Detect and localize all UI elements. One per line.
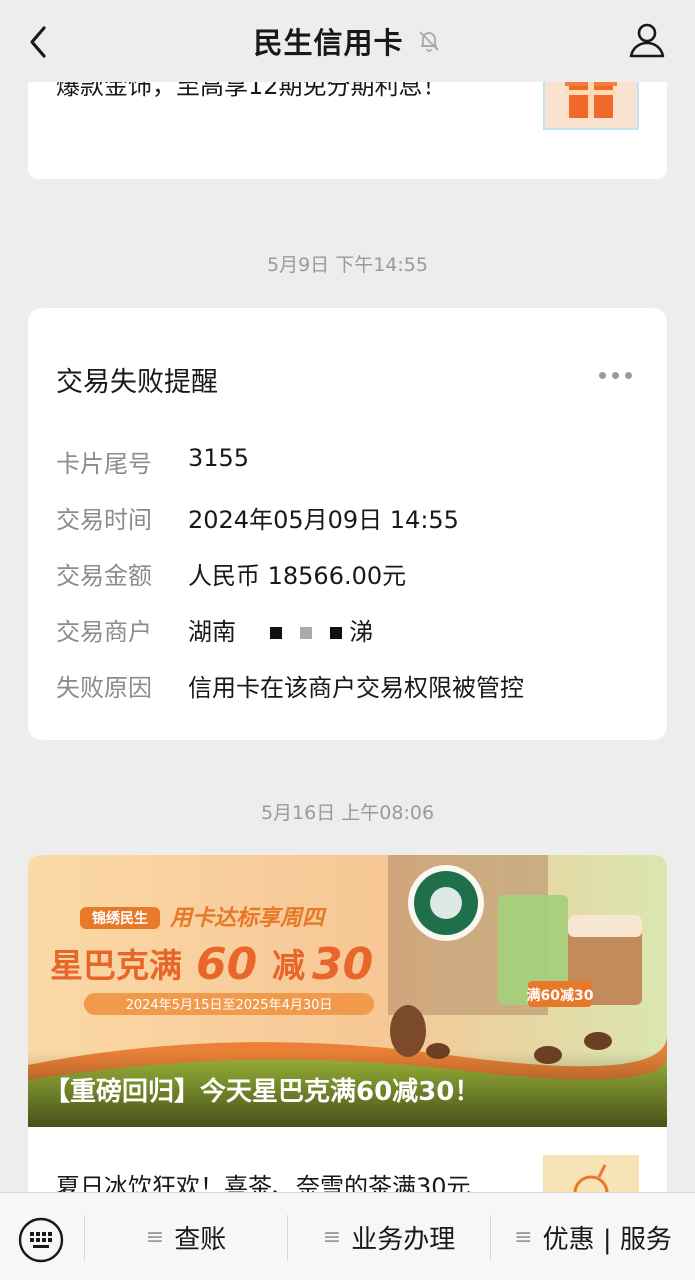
menu-offers-service[interactable]: ≡ 优惠 | 服务: [491, 1193, 695, 1280]
starbucks-promo-card[interactable]: 锦绣民生 用卡达标享周四 星巴克满 60 减 30 2024年5月15日至202…: [28, 855, 667, 1192]
merchant-prefix: 湖南: [188, 618, 236, 646]
back-arrow-icon[interactable]: [22, 22, 58, 62]
row-value: 人民币 18566.00元: [188, 562, 407, 590]
timestamp: 5月16日 上午08:06: [260, 802, 435, 824]
profile-icon[interactable]: [627, 20, 667, 60]
more-options-icon[interactable]: [599, 368, 639, 382]
row-value: 信用卡在该商户交易权限被管控: [188, 674, 524, 702]
gift-box-thumbnail: [543, 82, 639, 130]
menu-lines-icon: ≡: [145, 1224, 165, 1250]
banner-headline: 用卡达标享周四: [169, 905, 327, 931]
keyboard-icon[interactable]: [18, 1217, 64, 1263]
redaction-mark: [270, 627, 283, 639]
banner-badge: 满60减30: [527, 987, 594, 1004]
menu-label: 查账: [174, 1224, 227, 1255]
row-label: 交易时间: [56, 506, 152, 534]
row-value: 湖南 涕: [188, 612, 373, 647]
menu-label: 优惠 | 服务: [542, 1224, 672, 1255]
alert-title: 交易失败提醒: [56, 367, 218, 398]
transaction-amount-row: 交易金额 人民币 18566.00元: [56, 556, 406, 591]
card-number-row: 卡片尾号 3155: [56, 444, 249, 479]
redaction-mark: [329, 627, 342, 639]
gold-jewelry-promo-card[interactable]: 爆款金饰，至高享12期免分期利息！: [28, 82, 667, 179]
merchant-row: 交易商户 湖南 涕: [56, 612, 373, 647]
banner-num2: 30: [312, 939, 373, 990]
timestamp: 5月9日 下午14:55: [267, 254, 428, 276]
transaction-time-row: 交易时间 2024年05月09日 14:55: [56, 500, 459, 535]
menu-label: 业务办理: [351, 1224, 456, 1255]
bottom-menu-bar: ≡ 查账 ≡ 业务办理 ≡ 优惠 | 服务: [0, 1192, 695, 1280]
banner-num1: 60: [196, 939, 257, 990]
transaction-failed-card[interactable]: 交易失败提醒 卡片尾号 3155 交易时间 2024年05月09日 14:55 …: [28, 308, 667, 740]
mute-bell-icon: [416, 28, 442, 54]
banner-main: 星巴克满: [50, 946, 182, 985]
menu-check-bill[interactable]: ≡ 查账: [85, 1193, 287, 1280]
menu-lines-icon: ≡: [514, 1224, 533, 1250]
row-label: 卡片尾号: [56, 450, 152, 478]
row-value: 3155: [188, 444, 250, 472]
redaction-mark: [299, 627, 312, 639]
menu-lines-icon: ≡: [322, 1224, 342, 1250]
failure-reason-row: 失败原因 信用卡在该商户交易权限被管控: [56, 668, 524, 703]
top-nav-bar: 民生信用卡: [0, 0, 695, 82]
banner-dates: 2024年5月15日至2025年4月30日: [126, 998, 333, 1013]
merchant-suffix: 涕: [349, 618, 374, 646]
page-title: 民生信用卡: [253, 26, 404, 60]
menu-business[interactable]: ≡ 业务办理: [288, 1193, 490, 1280]
message-feed[interactable]: 爆款金饰，至高享12期免分期利息！ 5月9日 下午14:55 交易失败提醒 卡片…: [0, 82, 695, 1192]
banner-tag: 锦绣民生: [92, 910, 148, 927]
banner-caption: 【重磅回归】今天星巴克满60减30！: [44, 1077, 481, 1107]
next-promo-text: 夏日冰饮狂欢！喜茶、奈雪的茶满30元: [56, 1173, 471, 1192]
promo-card-text: 爆款金饰，至高享12期免分期利息！: [56, 82, 447, 100]
tea-thumbnail: [543, 1155, 639, 1192]
banner-mid: 减: [272, 946, 305, 985]
row-value: 2024年05月09日 14:55: [188, 506, 459, 534]
row-label: 交易商户: [56, 618, 152, 646]
row-label: 失败原因: [56, 674, 152, 702]
row-label: 交易金额: [56, 562, 152, 590]
